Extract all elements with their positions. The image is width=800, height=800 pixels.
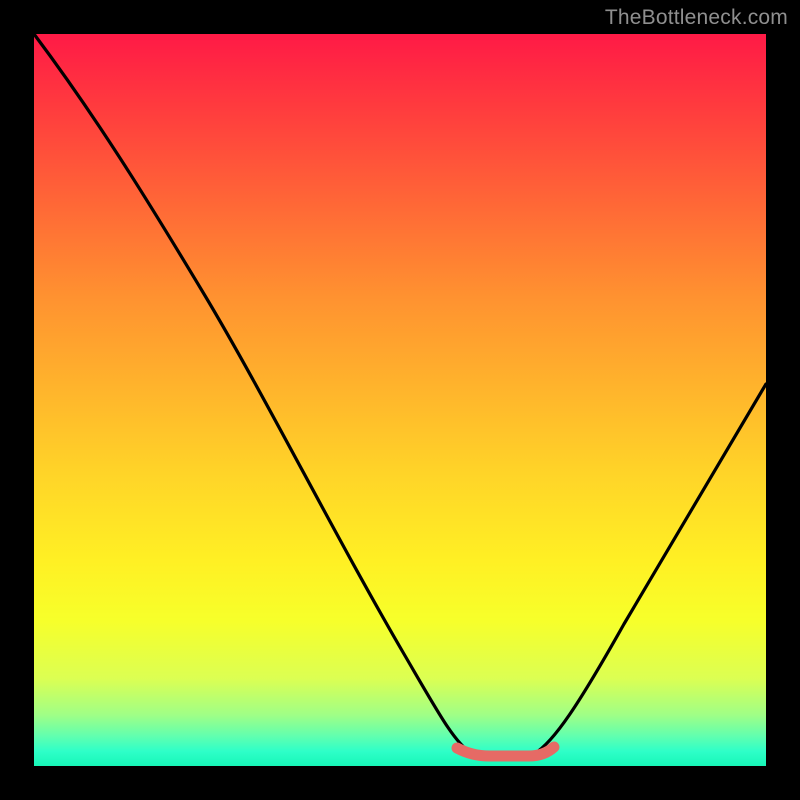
- watermark-text: TheBottleneck.com: [605, 6, 788, 30]
- curve-path: [34, 34, 766, 754]
- chart-frame: TheBottleneck.com: [0, 0, 800, 800]
- chart-plot-area: [34, 34, 766, 766]
- bottleneck-curve: [34, 34, 766, 766]
